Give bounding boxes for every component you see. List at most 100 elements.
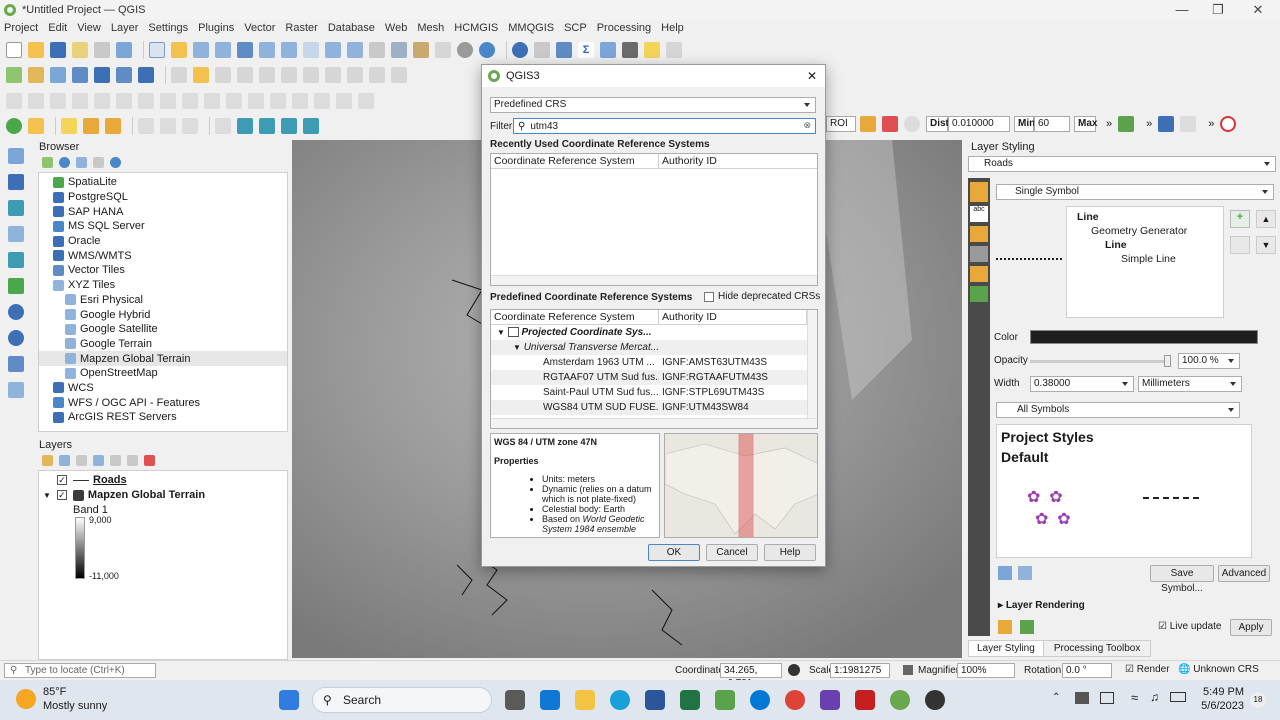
filter-input-box[interactable]: ⚲ utm43 ⊗ bbox=[513, 118, 816, 134]
battery-icon[interactable] bbox=[1170, 692, 1186, 702]
menu-web[interactable]: Web bbox=[385, 22, 407, 34]
simplify-icon[interactable] bbox=[94, 93, 110, 109]
fields-tab-icon[interactable] bbox=[970, 266, 988, 282]
width-input[interactable]: 0.38000 bbox=[1030, 376, 1134, 392]
zoom-full-icon[interactable] bbox=[237, 42, 253, 58]
split-features-icon[interactable] bbox=[270, 93, 286, 109]
crs-row[interactable]: RGTAAF07 UTM Sud fus... IGNF:RGTAAFUTM43S bbox=[491, 370, 817, 385]
new-geopackage-icon[interactable] bbox=[28, 67, 44, 83]
menu-mesh[interactable]: Mesh bbox=[417, 22, 444, 34]
tab-processing-toolbox[interactable]: Processing Toolbox bbox=[1043, 640, 1152, 657]
delete-selected-icon[interactable] bbox=[281, 67, 297, 83]
zoom-native-icon[interactable] bbox=[303, 42, 319, 58]
field-calculator-icon[interactable] bbox=[138, 118, 154, 134]
delete-part-icon[interactable] bbox=[204, 93, 220, 109]
browser-item[interactable]: SAP HANA bbox=[39, 204, 287, 219]
save-symbol-button[interactable]: Save Symbol... bbox=[1150, 565, 1214, 594]
refresh-icon[interactable] bbox=[479, 42, 495, 58]
browser-item[interactable]: Google Satellite bbox=[39, 322, 287, 337]
redo-style-icon[interactable] bbox=[1020, 620, 1034, 634]
manage-map-themes-icon[interactable] bbox=[76, 454, 87, 466]
layer-combo[interactable]: Roads bbox=[968, 156, 1276, 172]
new-project-icon[interactable] bbox=[6, 42, 22, 58]
crs-row[interactable]: WGS84 UTM SUD FUSE... IGNF:UTM43SW84 bbox=[491, 400, 817, 415]
new-spatialite-icon[interactable] bbox=[72, 67, 88, 83]
browser-item[interactable]: Google Hybrid bbox=[39, 307, 287, 322]
new-memory-layer-icon[interactable] bbox=[94, 67, 110, 83]
visual-studio-icon[interactable] bbox=[820, 690, 840, 710]
browser-item[interactable]: MS SQL Server bbox=[39, 219, 287, 234]
browser-item[interactable]: WMS/WMTS bbox=[39, 248, 287, 263]
symbol-tree-line[interactable]: Line bbox=[1071, 211, 1219, 223]
undo-style-icon[interactable] bbox=[998, 620, 1012, 634]
add-group-icon[interactable] bbox=[59, 454, 70, 466]
add-wcs-icon[interactable] bbox=[8, 330, 24, 346]
digitize-icon[interactable] bbox=[666, 42, 682, 58]
zoom-out-icon[interactable] bbox=[215, 42, 231, 58]
symbol-tree-geometry-generator[interactable]: Geometry Generator bbox=[1071, 225, 1219, 237]
predef-hscrollbar[interactable] bbox=[491, 418, 817, 428]
add-vector-layer-icon[interactable] bbox=[8, 148, 24, 164]
volume-icon[interactable]: ♫ bbox=[1150, 690, 1159, 704]
label-toolbar-icon[interactable] bbox=[215, 118, 231, 134]
dist-input[interactable]: 0.010000 bbox=[948, 116, 1010, 132]
copy-features-icon[interactable] bbox=[325, 67, 341, 83]
add-postgis-icon[interactable] bbox=[8, 252, 24, 268]
menu-edit[interactable]: Edit bbox=[48, 22, 67, 34]
new-shapefile-icon[interactable] bbox=[50, 67, 66, 83]
outlook-icon[interactable] bbox=[540, 690, 560, 710]
acrobat-icon[interactable] bbox=[855, 690, 875, 710]
undo-icon[interactable] bbox=[369, 67, 385, 83]
tray-chevron-icon[interactable]: ⌃ bbox=[1052, 692, 1060, 703]
expand-all-icon[interactable] bbox=[110, 454, 121, 466]
add-wfs-icon[interactable] bbox=[8, 356, 24, 372]
processing-icon[interactable] bbox=[556, 42, 572, 58]
browser-item[interactable]: Mapzen Global Terrain bbox=[39, 351, 287, 366]
projected-group-row[interactable]: ▼ Projected Coordinate Sys... bbox=[491, 325, 817, 340]
zoom-last-icon[interactable] bbox=[325, 42, 341, 58]
browser-item[interactable]: SpatiaLite bbox=[39, 175, 287, 190]
topology-icon[interactable] bbox=[259, 118, 275, 134]
remove-layer-icon[interactable] bbox=[144, 454, 155, 466]
add-ring-icon[interactable] bbox=[116, 93, 132, 109]
data-source-manager-icon[interactable] bbox=[6, 67, 22, 83]
app-circle-icon[interactable] bbox=[750, 690, 770, 710]
bookmark-icon[interactable] bbox=[413, 42, 429, 58]
paw-symbol-icon-2[interactable]: ✿ ✿ bbox=[1035, 509, 1071, 529]
expand-toolbar-icon-3[interactable]: » bbox=[1208, 118, 1214, 130]
wifi-icon[interactable]: ≈ bbox=[1131, 690, 1138, 705]
browser-item[interactable]: Google Terrain bbox=[39, 337, 287, 352]
help-tool-icon[interactable] bbox=[1180, 116, 1197, 132]
opacity-slider-handle[interactable] bbox=[1164, 355, 1171, 367]
browser-item[interactable]: WFS / OGC API - Features bbox=[39, 395, 287, 410]
add-raster-layer-icon[interactable] bbox=[8, 174, 24, 190]
symbology-tab-icon[interactable] bbox=[970, 182, 988, 202]
tray-app-icon[interactable] bbox=[1075, 692, 1089, 704]
taskbar-search[interactable]: ⚲ Search bbox=[312, 687, 492, 713]
toggle-extents-icon[interactable] bbox=[788, 664, 800, 676]
rotate-feature-icon[interactable] bbox=[72, 93, 88, 109]
add-delimited-text-icon[interactable] bbox=[8, 226, 24, 242]
browser-item[interactable]: Oracle bbox=[39, 234, 287, 249]
crs-row[interactable]: Amsterdam 1963 UTM ... IGNF:AMST63UTM43S bbox=[491, 355, 817, 370]
opacity-slider[interactable] bbox=[1030, 360, 1170, 363]
new-virtual-layer-icon[interactable] bbox=[116, 67, 132, 83]
qgis-alt-icon[interactable] bbox=[715, 690, 735, 710]
menu-raster[interactable]: Raster bbox=[285, 22, 317, 34]
show-bookmarks-icon[interactable] bbox=[435, 42, 451, 58]
chrome-icon[interactable] bbox=[785, 690, 805, 710]
add-feature-icon[interactable] bbox=[237, 67, 253, 83]
predef-vscrollbar[interactable] bbox=[807, 310, 817, 420]
map-tips-icon[interactable] bbox=[644, 42, 660, 58]
browser-item[interactable]: Esri Physical bbox=[39, 293, 287, 308]
minimize-icon[interactable]: — bbox=[1164, 0, 1200, 20]
browser-item[interactable]: WCS bbox=[39, 381, 287, 396]
cancel-round-icon[interactable] bbox=[904, 116, 920, 132]
toggle-editing-icon[interactable] bbox=[193, 67, 209, 83]
dialog-close-icon[interactable]: ✕ bbox=[807, 69, 817, 83]
crs-mode-combo[interactable]: Predefined CRS bbox=[490, 97, 816, 113]
new-3d-map-icon[interactable] bbox=[391, 42, 407, 58]
open-layer-styling-icon[interactable] bbox=[42, 454, 53, 466]
opacity-input[interactable]: 100.0 % bbox=[1178, 353, 1240, 369]
menu-vector[interactable]: Vector bbox=[244, 22, 275, 34]
